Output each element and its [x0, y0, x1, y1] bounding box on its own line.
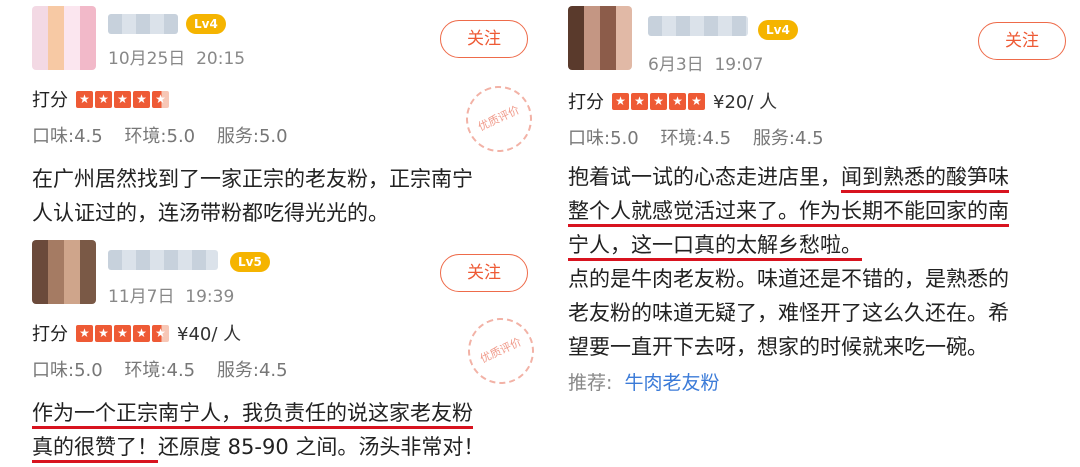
review-text-line-underlined: 作为一个正宗南宁人，我负责任的说这家老友粉 — [32, 401, 473, 425]
review-text-line: 真的很赞了！还原度 85-90 之间。汤头非常对！ — [32, 430, 484, 464]
environment-score: 环境:4.5 — [124, 360, 196, 381]
star-half-icon: ★ — [152, 90, 169, 108]
sub-scores: 口味:5.0 环境:4.5 服务:4.5 — [568, 124, 840, 150]
star-icon: ★ — [114, 90, 131, 108]
quality-review-stamp: 优质评价 — [457, 307, 545, 395]
review-text-underlined: 闻到熟悉的酸笋味 — [841, 165, 1009, 189]
review-card-1: Lv4 10月25日 20:15 关注 打分 ★ ★ ★ ★ ★ 口味:4.5 … — [0, 0, 543, 230]
recommend-dish-link[interactable]: 牛肉老友粉 — [625, 372, 720, 394]
review-date: 10月25日 20:15 — [108, 44, 245, 69]
avatar[interactable] — [32, 6, 96, 70]
sub-scores: 口味:4.5 环境:5.0 服务:5.0 — [32, 122, 304, 148]
username-blurred[interactable] — [648, 16, 748, 36]
star-icon: ★ — [612, 92, 629, 110]
review-text-line: 抱着试一试的心态走进店里，闻到熟悉的酸笋味 — [568, 160, 1009, 194]
level-badge: Lv4 — [186, 14, 226, 34]
review-text-line-underlined: 宁人，这一口真的太解乡愁啦。 — [568, 233, 862, 257]
review-text: 作为一个正宗南宁人，我负责任的说这家老友粉 真的很赞了！还原度 85-90 之间… — [32, 396, 484, 464]
username-blurred[interactable] — [108, 14, 178, 34]
star-icon: ★ — [688, 92, 705, 110]
rating-line: 打分 ★ ★ ★ ★ ★ ¥40/ 人 — [32, 320, 241, 346]
star-rating: ★ ★ ★ ★ ★ — [76, 90, 169, 108]
review-text-underlined: 真的很赞了！ — [32, 435, 158, 459]
review-text-line-underlined: 整个人就感觉活过来了。作为长期不能回家的南 — [568, 199, 1009, 223]
review-time: 20:15 — [196, 49, 246, 69]
avatar[interactable] — [32, 240, 96, 304]
service-score: 服务:5.0 — [216, 126, 288, 147]
username-blurred[interactable] — [108, 250, 218, 270]
rating-line: 打分 ★ ★ ★ ★ ★ ¥20/ 人 — [568, 88, 777, 114]
star-icon: ★ — [133, 324, 150, 342]
level-badge: Lv4 — [758, 20, 798, 40]
star-icon: ★ — [95, 324, 112, 342]
star-rating: ★ ★ ★ ★ ★ — [612, 92, 705, 110]
star-icon: ★ — [133, 90, 150, 108]
star-rating: ★ ★ ★ ★ ★ — [76, 324, 169, 342]
review-text-plain: 抱着试一试的心态走进店里， — [568, 165, 841, 189]
star-icon: ★ — [669, 92, 686, 110]
review-text-line: 老友粉的味道无疑了，难怪开了这么久还在。希 — [568, 301, 1009, 325]
review-date: 6月3日 19:07 — [648, 50, 763, 75]
review-date: 11月7日 19:39 — [108, 282, 234, 307]
star-half-icon: ★ — [152, 324, 169, 342]
star-icon: ★ — [76, 90, 93, 108]
environment-score: 环境:4.5 — [660, 128, 732, 149]
service-score: 服务:4.5 — [752, 128, 824, 149]
review-card-2: Lv5 11月7日 19:39 关注 打分 ★ ★ ★ ★ ★ ¥40/ 人 口… — [0, 236, 545, 467]
price-per-person: ¥40/ 人 — [177, 324, 242, 345]
review-text-line: 人认证过的，连汤带粉都吃得光光的。 — [32, 201, 389, 225]
review-card-3: Lv4 6月3日 19:07 关注 打分 ★ ★ ★ ★ ★ ¥20/ 人 口味… — [540, 0, 1080, 467]
review-date-day: 6月3日 — [648, 55, 704, 75]
taste-score: 口味:5.0 — [568, 128, 639, 149]
recommend-label: 推荐: — [568, 372, 613, 394]
star-icon: ★ — [76, 324, 93, 342]
taste-score: 口味:5.0 — [32, 360, 103, 381]
review-time: 19:07 — [714, 55, 764, 75]
review-time: 19:39 — [185, 287, 235, 307]
review-text: 在广州居然找到了一家正宗的老友粉，正宗南宁 人认证过的，连汤带粉都吃得光光的。 — [32, 162, 473, 230]
review-text-line: 点的是牛肉老友粉。味道还是不错的，是熟悉的 — [568, 267, 1009, 291]
review-date-day: 10月25日 — [108, 49, 186, 69]
recommend-line: 推荐: 牛肉老友粉 — [568, 368, 720, 395]
star-icon: ★ — [95, 90, 112, 108]
level-badge: Lv5 — [230, 252, 270, 272]
rating-line: 打分 ★ ★ ★ ★ ★ — [32, 86, 177, 112]
review-text: 抱着试一试的心态走进店里，闻到熟悉的酸笋味 整个人就感觉活过来了。作为长期不能回… — [568, 160, 1009, 364]
taste-score: 口味:4.5 — [32, 126, 103, 147]
review-text-line: 在广州居然找到了一家正宗的老友粉，正宗南宁 — [32, 167, 473, 191]
rating-label: 打分 — [568, 92, 604, 113]
sub-scores: 口味:5.0 环境:4.5 服务:4.5 — [32, 356, 304, 382]
star-icon: ★ — [114, 324, 131, 342]
review-text-rest: 还原度 85-90 之间。汤头非常对！ — [158, 435, 485, 459]
review-text-line: 望要一直开下去呀，想家的时候就来吃一碗。 — [568, 335, 988, 359]
follow-button[interactable]: 关注 — [440, 254, 528, 292]
review-date-day: 11月7日 — [108, 287, 175, 307]
environment-score: 环境:5.0 — [124, 126, 196, 147]
follow-button[interactable]: 关注 — [440, 20, 528, 58]
service-score: 服务:4.5 — [216, 360, 288, 381]
rating-label: 打分 — [32, 324, 68, 345]
star-icon: ★ — [631, 92, 648, 110]
follow-button[interactable]: 关注 — [978, 22, 1066, 60]
avatar[interactable] — [568, 6, 632, 70]
quality-review-stamp: 优质评价 — [455, 75, 543, 163]
price-per-person: ¥20/ 人 — [713, 92, 778, 113]
star-icon: ★ — [650, 92, 667, 110]
rating-label: 打分 — [32, 90, 68, 111]
